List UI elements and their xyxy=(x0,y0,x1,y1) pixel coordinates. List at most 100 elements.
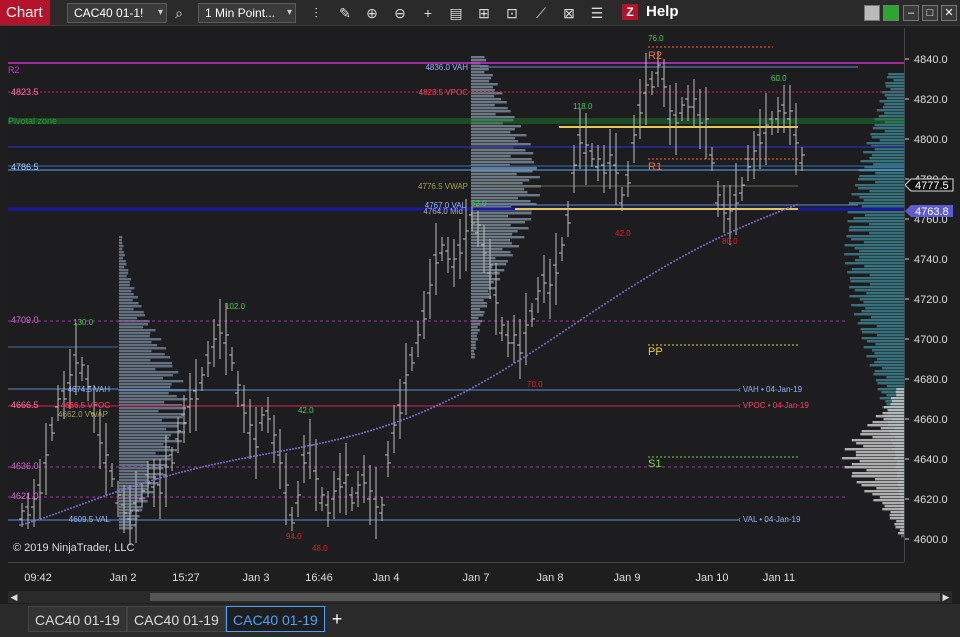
volume-profile-bar xyxy=(119,263,127,266)
price-tick-label: 4620.0 xyxy=(914,494,948,506)
current-price-value: 4777.5 xyxy=(915,180,949,192)
bars-icon[interactable]: ⫶ xyxy=(307,4,325,22)
volume-profile-bar xyxy=(471,305,488,308)
interval-selector[interactable]: 1 Min Point... ▾ xyxy=(198,3,296,23)
scroll-thumb[interactable] xyxy=(150,593,940,601)
volume-profile-bar xyxy=(847,220,904,223)
indicators-icon[interactable]: ⊡ xyxy=(503,4,521,22)
pencil-icon[interactable]: ✎ xyxy=(336,4,354,22)
vwap-dot xyxy=(658,268,660,271)
tab-cac40-3[interactable]: CAC40 01-19 xyxy=(226,606,325,632)
volume-profile-bar xyxy=(471,191,528,194)
minimize-icon[interactable]: – xyxy=(903,5,919,21)
chart-panel[interactable]: R2 4823.5 Pivotal zone 4786.5 4709.0 466… xyxy=(8,28,904,562)
time-tick-label: Jan 11 xyxy=(762,572,796,584)
volume-profile-bar xyxy=(883,418,904,421)
price-axis[interactable]: 4840.04820.04800.04780.04760.04740.04720… xyxy=(904,28,960,562)
volume-profile-bar xyxy=(872,127,904,130)
volume-profile-bar xyxy=(877,334,904,337)
vwap-dot xyxy=(745,224,747,227)
chart-canvas[interactable]: R2 4823.5 Pivotal zone 4786.5 4709.0 466… xyxy=(8,28,904,562)
time-axis[interactable]: 09:42 Jan 2 15:27 Jan 3 16:46 Jan 4 Jan 7 Jan 8… xyxy=(8,562,904,590)
templates-icon[interactable]: ☰ xyxy=(588,4,606,22)
close-icon[interactable]: ✕ xyxy=(941,5,957,21)
vwap-dot xyxy=(238,458,240,461)
volume-profile-bar xyxy=(884,130,904,133)
chart-trader-icon[interactable]: ⊞ xyxy=(475,4,493,22)
vwap-dot xyxy=(181,470,183,473)
volume-profile-bar xyxy=(119,347,167,350)
volume-profile-bar xyxy=(869,274,904,277)
vwap-dot xyxy=(778,210,780,213)
vwap-dot xyxy=(655,270,657,273)
volume-profile-bar xyxy=(875,379,904,382)
volume-profile-bar xyxy=(869,157,904,160)
properties-icon[interactable]: ⊠ xyxy=(560,4,578,22)
volume-profile-bar xyxy=(471,299,484,302)
r2-right-label: R2 xyxy=(648,50,662,62)
vwap-dot xyxy=(541,344,543,347)
z-icon[interactable]: Z xyxy=(622,4,638,20)
volume-profile-bar xyxy=(873,499,904,502)
volume-profile-bar xyxy=(844,262,904,265)
volume-profile-bar xyxy=(471,242,512,245)
vwap-dot xyxy=(403,418,405,421)
vwap-dot xyxy=(100,496,102,499)
crosshair-icon[interactable]: + xyxy=(419,4,437,22)
link-gray-icon[interactable] xyxy=(864,5,880,21)
horizontal-scrollbar[interactable]: ◀ ▶ xyxy=(8,591,952,603)
maximize-icon[interactable]: □ xyxy=(922,5,938,21)
volume-profile-bar xyxy=(119,401,165,404)
volume-profile-bar xyxy=(471,251,511,254)
vwap-dot xyxy=(331,439,333,442)
vwap-dot xyxy=(295,447,297,450)
search-icon[interactable]: ⌕ xyxy=(170,4,188,22)
instrument-selector[interactable]: CAC40 01-1! ▾ xyxy=(67,3,167,23)
volume-profile-bar xyxy=(849,226,904,229)
vwap-dot xyxy=(487,378,489,381)
volume-profile-bar xyxy=(872,436,904,439)
vwap-dot xyxy=(367,430,369,433)
data-box-icon[interactable]: ▤ xyxy=(447,4,465,22)
vwap-dot xyxy=(139,483,141,486)
strategies-icon[interactable]: ⟋ xyxy=(532,4,550,22)
vwap-dot xyxy=(742,225,744,228)
vwap-dot xyxy=(652,272,654,275)
add-tab-icon[interactable]: + xyxy=(326,608,348,630)
zoom-out-icon[interactable]: ⊖ xyxy=(391,4,409,22)
vwap-dot xyxy=(739,226,741,229)
link-green-icon[interactable] xyxy=(883,5,899,21)
volume-profiles xyxy=(119,56,904,538)
vwap-dot xyxy=(364,431,366,434)
volume-profile-bar xyxy=(119,308,134,311)
volume-profile-bar xyxy=(871,349,904,352)
vwap-dot xyxy=(226,460,228,463)
volume-profile-bar xyxy=(119,407,187,410)
volume-profile-bar xyxy=(119,335,150,338)
time-tick-label: Jan 3 xyxy=(242,572,270,584)
scroll-left-icon[interactable]: ◀ xyxy=(8,591,20,603)
scroll-right-icon[interactable]: ▶ xyxy=(940,591,952,603)
volume-profile-bar xyxy=(119,248,123,251)
help-menu[interactable]: Help xyxy=(646,3,679,20)
vwap-dot xyxy=(496,372,498,375)
volume-profile-bar xyxy=(471,215,509,218)
tab-cac40-1[interactable]: CAC40 01-19 xyxy=(28,606,127,632)
vwap-dot xyxy=(28,521,30,524)
volume-profile-bar xyxy=(119,257,123,260)
volume-profile-bar xyxy=(471,140,519,143)
volume-profile-bar xyxy=(866,340,904,343)
vwap-dot xyxy=(55,512,57,515)
vwap-dot xyxy=(193,467,195,470)
zoom-in-icon[interactable]: ⊕ xyxy=(363,4,381,22)
volume-profile-bar xyxy=(471,128,515,131)
volume-profile-bar xyxy=(896,394,904,397)
volume-profile-bar xyxy=(119,254,125,257)
volume-profile-bar xyxy=(119,383,172,386)
volume-profile-bar xyxy=(884,112,904,115)
vwap-dot xyxy=(787,207,789,210)
volume-profile-bar xyxy=(471,212,532,215)
tab-cac40-2[interactable]: CAC40 01-19 xyxy=(127,606,226,632)
volume-profile-bar xyxy=(119,449,177,452)
vah-jan4-label: ‹ VAH • 04-Jan-19 xyxy=(738,385,803,394)
